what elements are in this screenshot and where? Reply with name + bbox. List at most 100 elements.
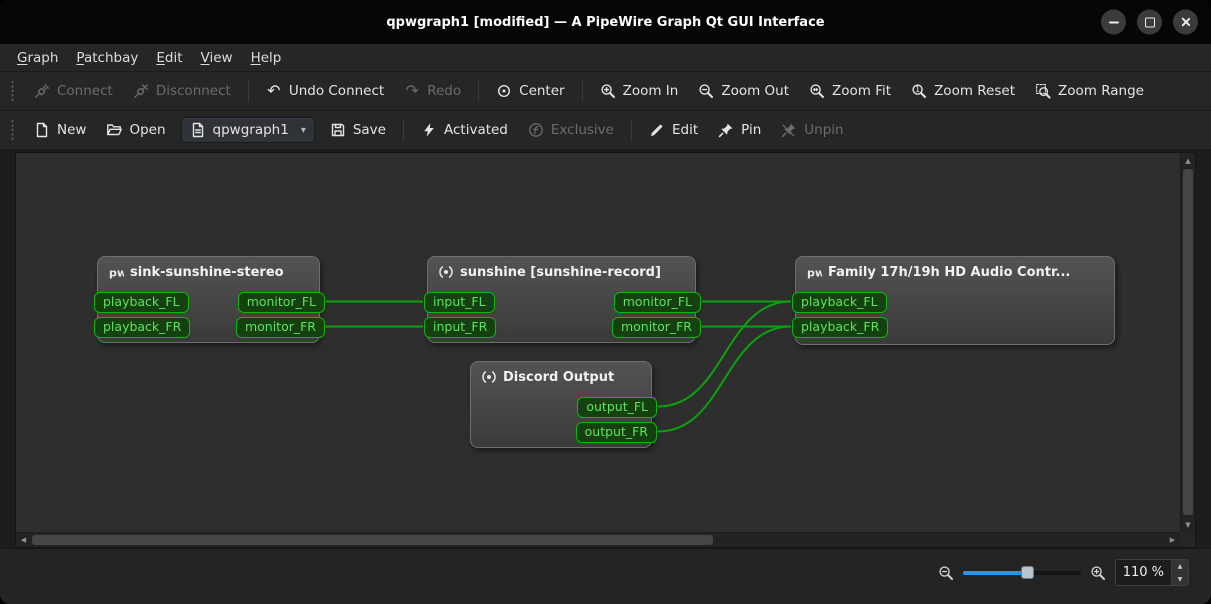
menu-help[interactable]: Help xyxy=(242,47,291,69)
vertical-scrollbar-handle[interactable] xyxy=(1183,169,1193,515)
zoom-slider[interactable] xyxy=(963,565,1081,580)
scroll-down-icon[interactable]: ▼ xyxy=(1181,517,1195,532)
output-port-output-fl[interactable]: output_FL xyxy=(577,397,657,418)
menu-graph[interactable]: Graph xyxy=(8,47,67,69)
menubar: GraphPatchbayEditViewHelp xyxy=(0,44,1211,72)
close-button[interactable] xyxy=(1173,10,1198,35)
horizontal-scrollbar-handle[interactable] xyxy=(32,535,713,545)
zoom-spin-down-button[interactable]: ▼ xyxy=(1172,572,1188,585)
connect-button[interactable]: Connect xyxy=(25,77,122,105)
center-icon xyxy=(496,83,512,99)
toolbar-button-label: Exclusive xyxy=(551,122,614,138)
toolbar-button-label: Disconnect xyxy=(156,83,231,99)
exclusive-icon xyxy=(528,122,544,138)
toolbar-separator xyxy=(631,119,632,141)
pin-icon xyxy=(718,122,734,138)
input-port-playback-fr[interactable]: playback_FR xyxy=(94,317,190,338)
graph-node-sink-sunshine-stereo[interactable]: pwsink-sunshine-stereoplayback_FLplaybac… xyxy=(97,256,320,343)
zoom-out-icon[interactable] xyxy=(938,565,954,581)
activated-button[interactable]: Activated xyxy=(412,116,517,144)
scroll-left-icon[interactable]: ◀ xyxy=(16,533,31,547)
zoom-range-button[interactable]: Zoom Range xyxy=(1026,77,1153,105)
toolbar-button-label: Activated xyxy=(444,122,508,138)
undo-icon: ↶ xyxy=(266,83,282,99)
toolbar-drag-handle[interactable] xyxy=(10,80,15,102)
record-icon xyxy=(438,264,454,280)
svg-text:1: 1 xyxy=(915,85,920,94)
output-port-monitor-fr[interactable]: monitor_FR xyxy=(236,317,325,338)
record-icon xyxy=(481,369,497,385)
new-icon xyxy=(34,122,50,138)
zoom-spinbox[interactable]: 110 % ▲ ▼ xyxy=(1115,559,1189,586)
pin-button[interactable]: Pin xyxy=(709,116,770,144)
node-title-text: sunshine [sunshine-record] xyxy=(460,265,661,280)
zoom-in-button[interactable]: Zoom In xyxy=(591,77,688,105)
new-button[interactable]: New xyxy=(25,116,95,144)
input-port-playback-fl[interactable]: playback_FL xyxy=(792,292,887,313)
graph-node-discord-output[interactable]: Discord Outputoutput_FLoutput_FR xyxy=(470,361,652,448)
toolbar-button-label: Zoom In xyxy=(623,83,679,99)
zoom-fit-icon xyxy=(809,83,825,99)
zoom-fit-button[interactable]: Zoom Fit xyxy=(800,77,900,105)
input-port-playback-fr[interactable]: playback_FR xyxy=(792,317,888,338)
graph-canvas[interactable]: pwsink-sunshine-stereoplayback_FLplaybac… xyxy=(16,153,1180,532)
zoom-in-icon[interactable] xyxy=(1090,565,1106,581)
output-port-monitor-fl[interactable]: monitor_FL xyxy=(614,292,701,313)
toolbar-button-label: Redo xyxy=(427,83,461,99)
scrollbar-corner xyxy=(1180,532,1195,547)
input-port-input-fl[interactable]: input_FL xyxy=(424,292,495,313)
scroll-right-icon[interactable]: ▶ xyxy=(1165,533,1180,547)
minimize-icon xyxy=(1109,21,1119,23)
zoom-reset-button[interactable]: 1Zoom Reset xyxy=(902,77,1024,105)
node-title-text: Discord Output xyxy=(503,370,614,385)
center-button[interactable]: Center xyxy=(487,77,573,105)
node-title-text: Family 17h/19h HD Audio Contr... xyxy=(828,265,1070,280)
disconnect-button[interactable]: Disconnect xyxy=(124,77,240,105)
save-button[interactable]: Save xyxy=(321,116,395,144)
toolbar-main: Connect Disconnect ↶Undo Connect↷Redo Cente… xyxy=(0,72,1211,111)
patchbay-file-combo[interactable]: qpwgraph1 ▾ xyxy=(181,117,315,143)
horizontal-scrollbar[interactable]: ◀ ▶ xyxy=(16,532,1180,547)
edit-button[interactable]: Edit xyxy=(640,116,707,144)
zoom-controls: 110 % ▲ ▼ xyxy=(938,559,1189,586)
unpin-button[interactable]: Unpin xyxy=(772,116,852,144)
activated-icon xyxy=(421,122,437,138)
maximize-button[interactable] xyxy=(1137,10,1162,35)
chevron-down-icon: ▾ xyxy=(301,125,306,136)
titlebar[interactable]: qpwgraph1 [modified] — A PipeWire Graph … xyxy=(0,0,1211,44)
zoom-slider-handle[interactable] xyxy=(1021,566,1034,579)
minimize-button[interactable] xyxy=(1101,10,1126,35)
graph-view: pwsink-sunshine-stereoplayback_FLplaybac… xyxy=(15,152,1196,548)
vertical-scrollbar[interactable]: ▲ ▼ xyxy=(1180,153,1195,532)
open-icon xyxy=(106,122,122,138)
menu-view[interactable]: View xyxy=(192,47,242,69)
output-port-output-fr[interactable]: output_FR xyxy=(576,422,657,443)
toolbar-button-label: Unpin xyxy=(804,122,843,138)
toolbar-separator xyxy=(478,80,479,102)
toolbar-button-label: Zoom Range xyxy=(1058,83,1144,99)
output-port-monitor-fr[interactable]: monitor_FR xyxy=(612,317,701,338)
menu-edit[interactable]: Edit xyxy=(147,47,191,69)
graph-node-family-17h-19h-hd-audio-contr[interactable]: pw Family 17h/19h HD Audio Contr... playba… xyxy=(795,256,1115,345)
node-header: Discord Output xyxy=(471,362,651,385)
connect-icon xyxy=(34,83,50,99)
output-port-monitor-fl[interactable]: monitor_FL xyxy=(238,292,325,313)
svg-text:pw: pw xyxy=(109,267,124,280)
zoom-out-icon xyxy=(698,83,714,99)
node-header: sunshine [sunshine-record] xyxy=(428,257,695,280)
menu-patchbay[interactable]: Patchbay xyxy=(67,47,147,69)
undo-connect-button[interactable]: ↶Undo Connect xyxy=(257,77,393,105)
open-button[interactable]: Open xyxy=(97,116,174,144)
toolbar-drag-handle[interactable] xyxy=(10,119,15,141)
toolbar-button-label: qpwgraph1 xyxy=(213,122,289,138)
exclusive-button[interactable]: Exclusive xyxy=(519,116,623,144)
app-window: qpwgraph1 [modified] — A PipeWire Graph … xyxy=(0,0,1211,604)
pipewire-icon: pw xyxy=(806,264,822,280)
input-port-input-fr[interactable]: input_FR xyxy=(424,317,496,338)
graph-node-sunshine-sunshine-record[interactable]: sunshine [sunshine-record] input_FL input_… xyxy=(427,256,696,343)
redo-button[interactable]: ↷Redo xyxy=(395,77,470,105)
zoom-spin-up-button[interactable]: ▲ xyxy=(1172,560,1188,572)
input-port-playback-fl[interactable]: playback_FL xyxy=(94,292,189,313)
zoom-out-button[interactable]: Zoom Out xyxy=(689,77,798,105)
scroll-up-icon[interactable]: ▲ xyxy=(1181,153,1195,168)
